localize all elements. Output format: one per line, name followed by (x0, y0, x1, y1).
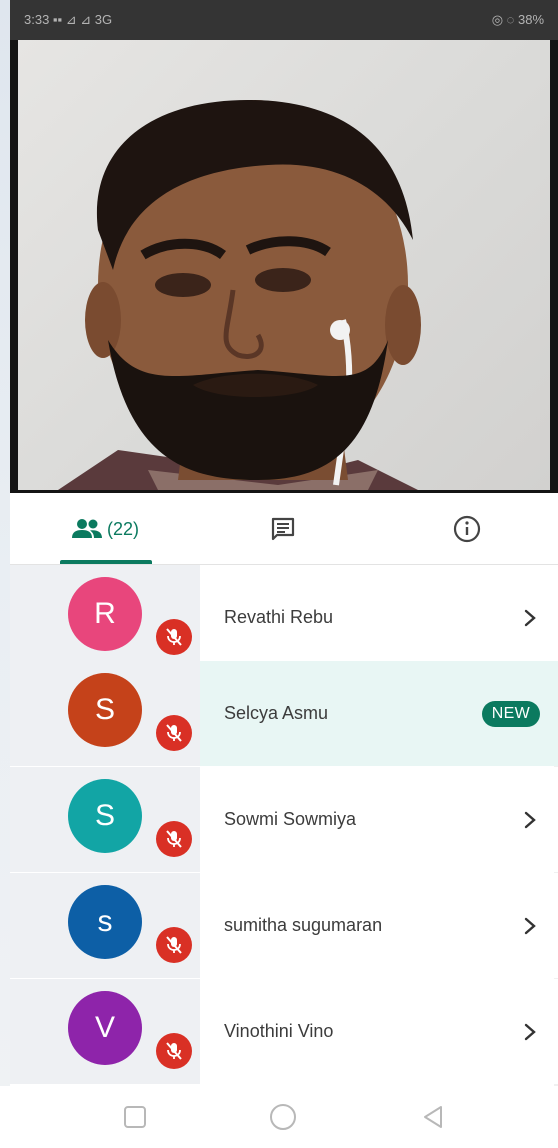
participant-info: Revathi Rebu (200, 565, 558, 670)
status-bar-left: 3:33 ▪▪ ⊿ ⊿ 3G (24, 12, 113, 27)
mic-off-icon (156, 927, 192, 963)
avatar-column: R (10, 565, 200, 670)
nav-back-icon (424, 1106, 442, 1128)
participant-video-image (58, 100, 421, 490)
mic-off-icon (156, 619, 192, 655)
avatar-column: V (10, 979, 200, 1084)
participant-info: Selcya Asmu NEW (200, 661, 558, 766)
participant-row[interactable]: V Vinothini Vino (10, 979, 558, 1084)
participant-row[interactable]: S Sowmi Sowmiya (10, 767, 558, 872)
mic-off-icon (156, 821, 192, 857)
tab-chat[interactable] (248, 493, 318, 565)
system-nav-bar (0, 1086, 558, 1148)
avatar: s (68, 885, 142, 959)
participant-row[interactable]: R Revathi Rebu (10, 565, 558, 670)
nav-home-icon (270, 1104, 296, 1130)
avatar: R (68, 577, 142, 651)
nav-recents-button[interactable] (120, 1102, 150, 1132)
video-feed (18, 40, 550, 490)
participant-list: R Revathi Rebu S Selcya Asmu NEW S Sowmi Sowmi… (10, 565, 558, 1085)
video-tile[interactable]: 3:33 ▪▪ ⊿ ⊿ 3G ◎ ◌ 38% (10, 0, 558, 493)
participant-name: Selcya Asmu (224, 703, 329, 723)
new-badge: NEW (481, 700, 540, 727)
tab-bar: (22) (10, 493, 558, 565)
mic-off-icon (156, 1033, 192, 1069)
status-bar-right: ◎ ◌ 38% (491, 12, 544, 27)
chat-icon (271, 517, 295, 541)
avatar: S (68, 779, 142, 853)
participant-name: Revathi Rebu (224, 607, 334, 627)
participant-row[interactable]: S Selcya Asmu NEW (10, 661, 558, 766)
nav-home-button[interactable] (268, 1102, 298, 1132)
avatar-column: s (10, 873, 200, 978)
info-icon (453, 515, 481, 543)
chevron-right-icon[interactable] (520, 810, 540, 830)
participant-count: (22) (106, 518, 139, 539)
participant-name: sumitha sugumaran (224, 915, 383, 935)
nav-back-button[interactable] (418, 1102, 448, 1132)
meeting-screen: 3:33 ▪▪ ⊿ ⊿ 3G ◎ ◌ 38% (22) R Revathi Re… (0, 0, 558, 1148)
background-app-edge (0, 0, 10, 1148)
people-icon (71, 519, 102, 538)
avatar-column: S (10, 767, 200, 872)
chevron-right-icon[interactable] (520, 1022, 540, 1042)
chevron-right-icon[interactable] (520, 916, 540, 936)
chevron-right-icon[interactable] (520, 608, 540, 628)
status-bar: 3:33 ▪▪ ⊿ ⊿ 3G ◎ ◌ 38% (10, 0, 558, 40)
active-tab-indicator (60, 560, 152, 564)
tab-info[interactable] (432, 493, 502, 565)
avatar: V (68, 991, 142, 1065)
avatar: S (68, 673, 142, 747)
participant-info: sumitha sugumaran (200, 873, 558, 978)
participant-name: Vinothini Vino (224, 1021, 334, 1041)
tab-people[interactable]: (22) (50, 493, 160, 565)
avatar-column: S (10, 661, 200, 766)
participant-info: Vinothini Vino (200, 979, 558, 1084)
mic-off-icon (156, 715, 192, 751)
participant-info: Sowmi Sowmiya (200, 767, 558, 872)
participant-row[interactable]: s sumitha sugumaran (10, 873, 558, 978)
nav-recents-icon (124, 1106, 146, 1128)
participant-name: Sowmi Sowmiya (224, 809, 357, 829)
